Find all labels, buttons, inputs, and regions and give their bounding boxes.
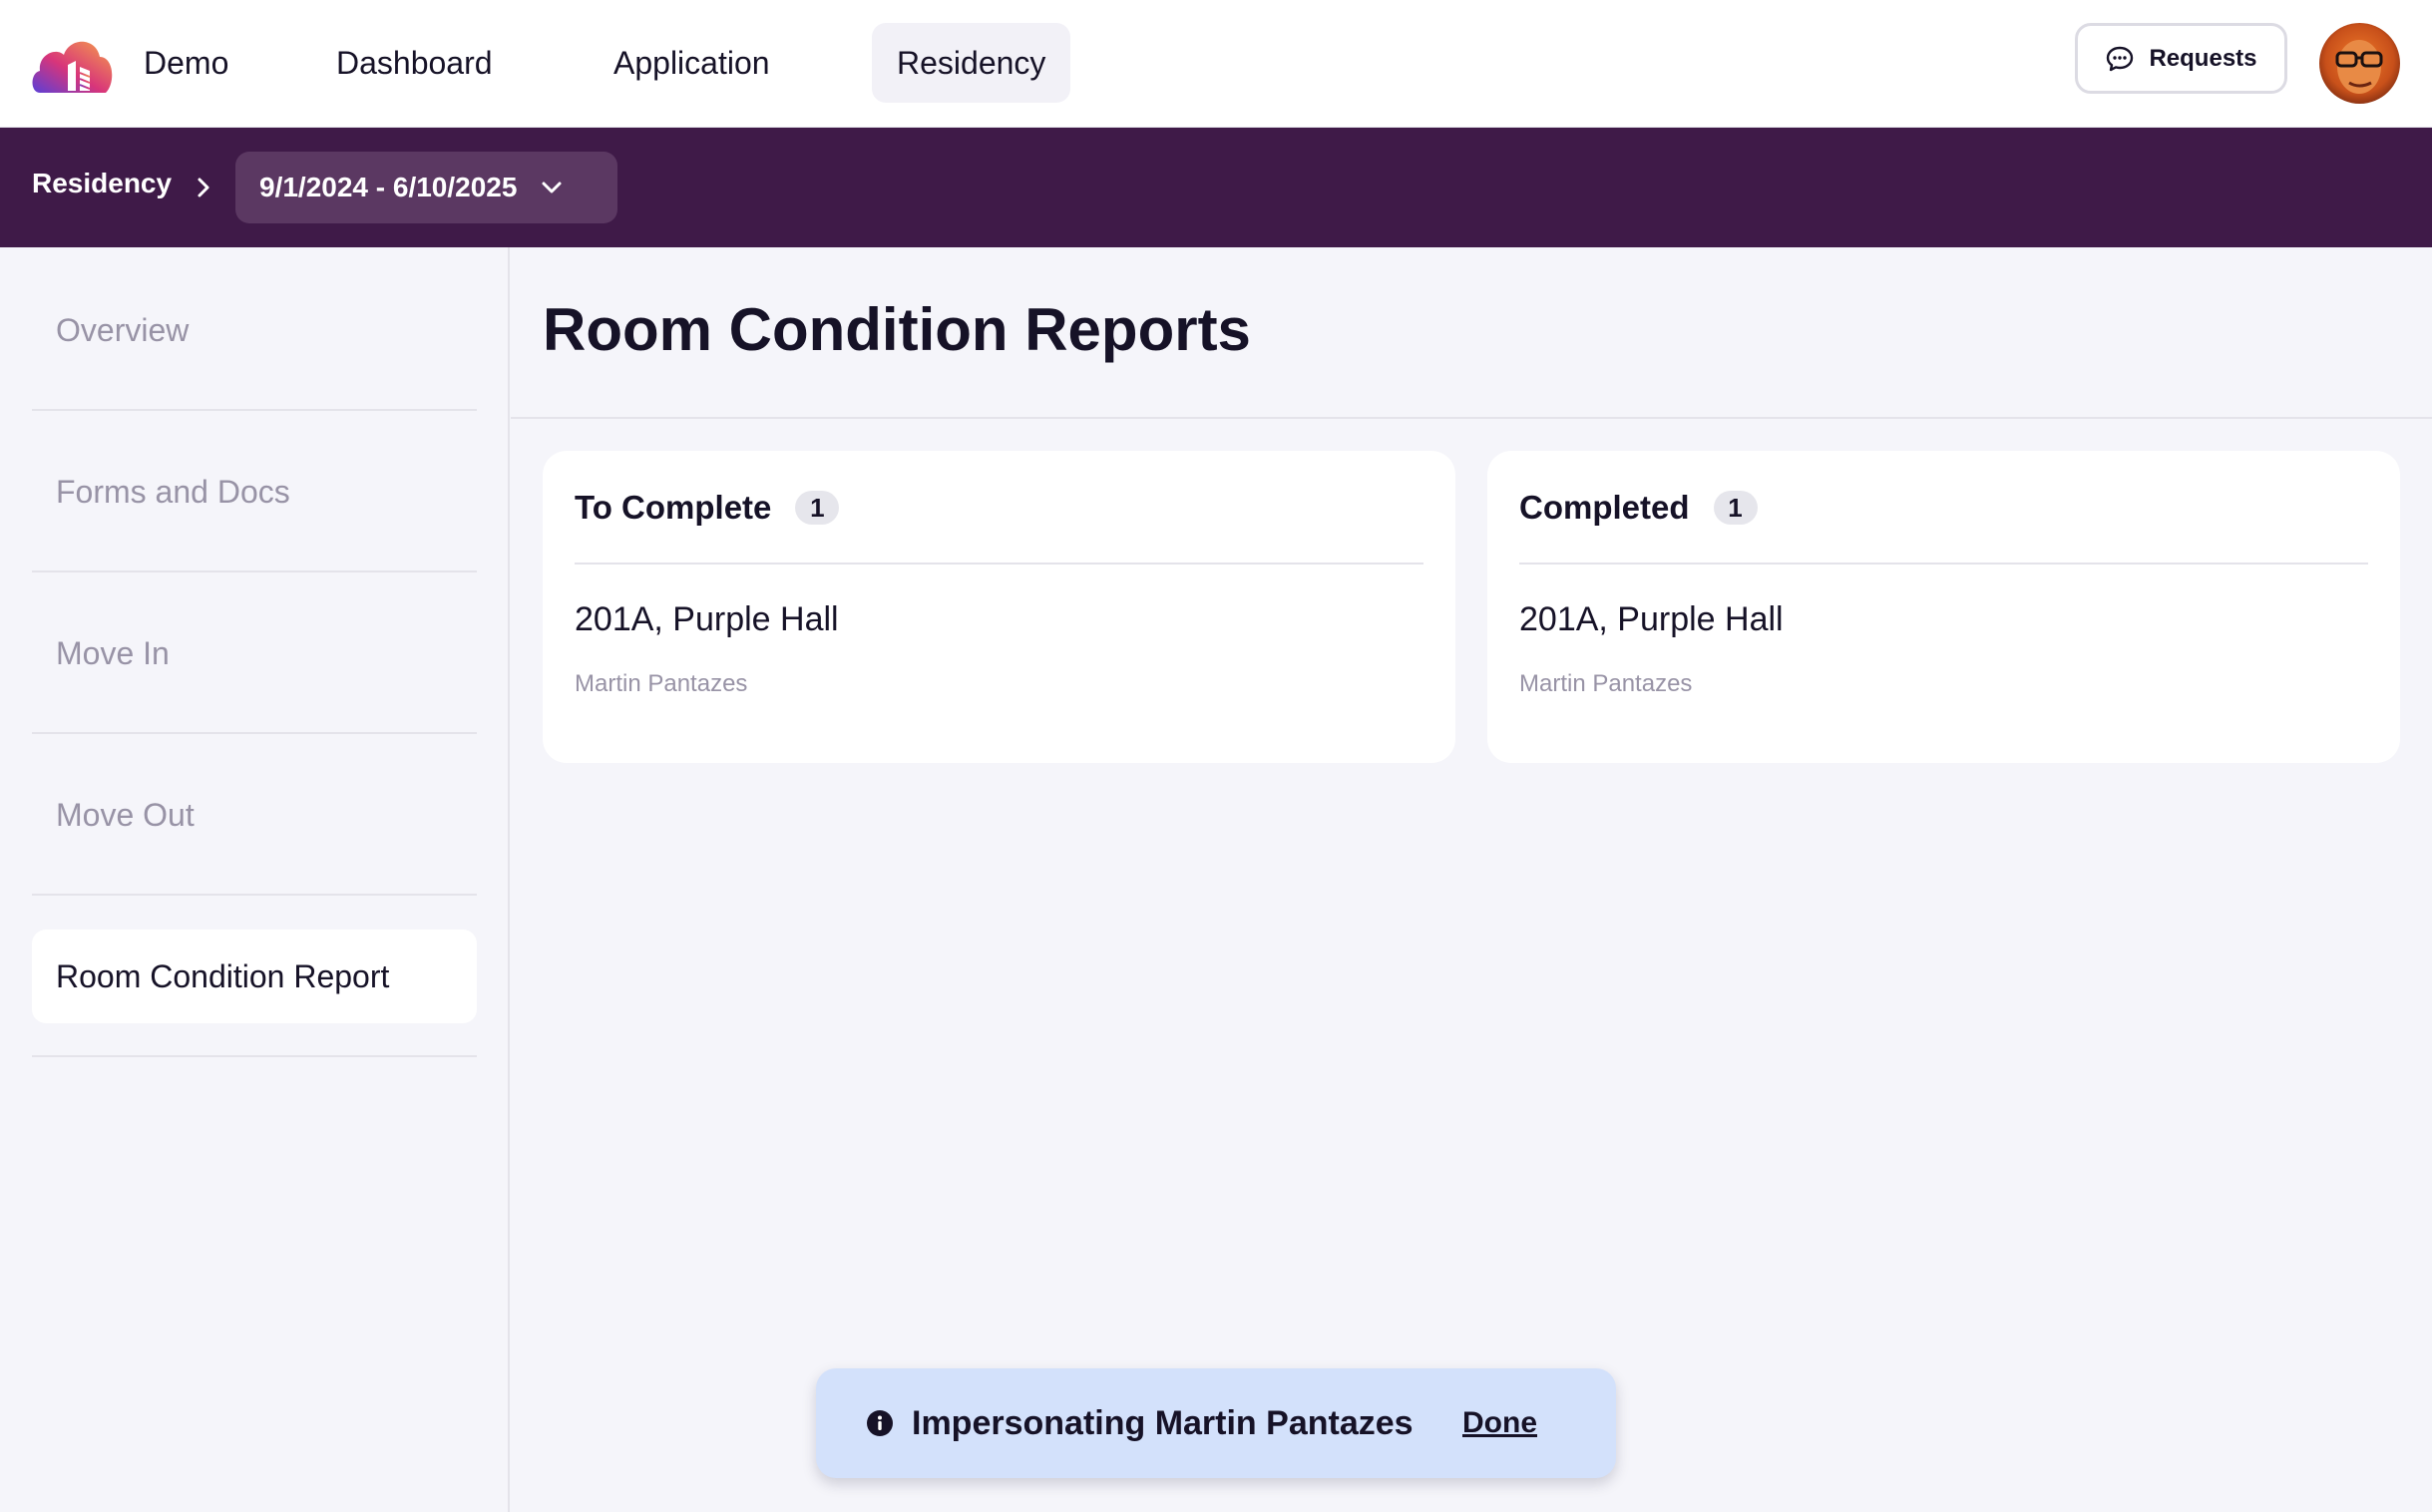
sidebar-item-move-in[interactable]: Move In: [32, 606, 477, 700]
sidebar-item-forms-and-docs[interactable]: Forms and Docs: [32, 445, 477, 539]
breadcrumb-residency[interactable]: Residency: [32, 168, 172, 199]
page-title: Room Condition Reports: [543, 296, 1251, 363]
room-link[interactable]: 201A, Purple Hall: [1519, 600, 1784, 639]
sidebar: Overview Forms and Docs Move In Move Out…: [0, 247, 510, 1512]
app-name[interactable]: Demo: [119, 23, 253, 103]
top-navbar: Demo Dashboard Application Residency Req…: [0, 0, 2432, 128]
sidebar-divider: [32, 1055, 477, 1057]
breadcrumb: Residency 9/1/2024 - 6/10/2025: [0, 128, 2432, 247]
resident-name: Martin Pantazes: [1519, 670, 1693, 697]
nav-dashboard[interactable]: Dashboard: [311, 23, 518, 103]
impersonation-toast: Impersonating Martin Pantazes Done: [816, 1368, 1616, 1478]
cloud-building-logo[interactable]: [30, 33, 114, 95]
sidebar-item-overview[interactable]: Overview: [32, 283, 477, 377]
nav-application[interactable]: Application: [589, 23, 795, 103]
to-complete-card: To Complete 1 201A, Purple Hall Martin P…: [543, 451, 1455, 763]
title-divider: [511, 417, 2432, 419]
sidebar-divider: [32, 894, 477, 896]
sidebar-divider: [32, 409, 477, 411]
sidebar-item-room-condition-report[interactable]: Room Condition Report: [32, 930, 477, 1023]
chevron-right-icon: [198, 178, 209, 197]
requests-label: Requests: [2149, 44, 2257, 72]
toast-message: Impersonating Martin Pantazes: [912, 1404, 1414, 1442]
sidebar-divider: [32, 732, 477, 734]
info-icon: [867, 1410, 893, 1436]
room-link[interactable]: 201A, Purple Hall: [575, 600, 839, 639]
card-heading: Completed: [1519, 489, 1690, 526]
nav-residency[interactable]: Residency: [872, 23, 1071, 103]
chat-bubble-icon: [2107, 46, 2134, 71]
card-divider: [575, 563, 1423, 565]
term-dropdown[interactable]: 9/1/2024 - 6/10/2025: [235, 152, 617, 223]
resident-name: Martin Pantazes: [575, 670, 748, 697]
user-avatar[interactable]: [2319, 23, 2400, 104]
count-badge: 1: [1713, 491, 1758, 525]
chevron-down-icon: [542, 182, 562, 193]
term-value: 9/1/2024 - 6/10/2025: [259, 172, 518, 202]
requests-button[interactable]: Requests: [2075, 23, 2287, 94]
card-heading: To Complete: [575, 489, 772, 526]
card-divider: [1519, 563, 2368, 565]
completed-card: Completed 1 201A, Purple Hall Martin Pan…: [1487, 451, 2400, 763]
sidebar-divider: [32, 570, 477, 572]
done-link[interactable]: Done: [1462, 1406, 1537, 1440]
sidebar-item-move-out[interactable]: Move Out: [32, 768, 477, 862]
count-badge: 1: [795, 491, 840, 525]
